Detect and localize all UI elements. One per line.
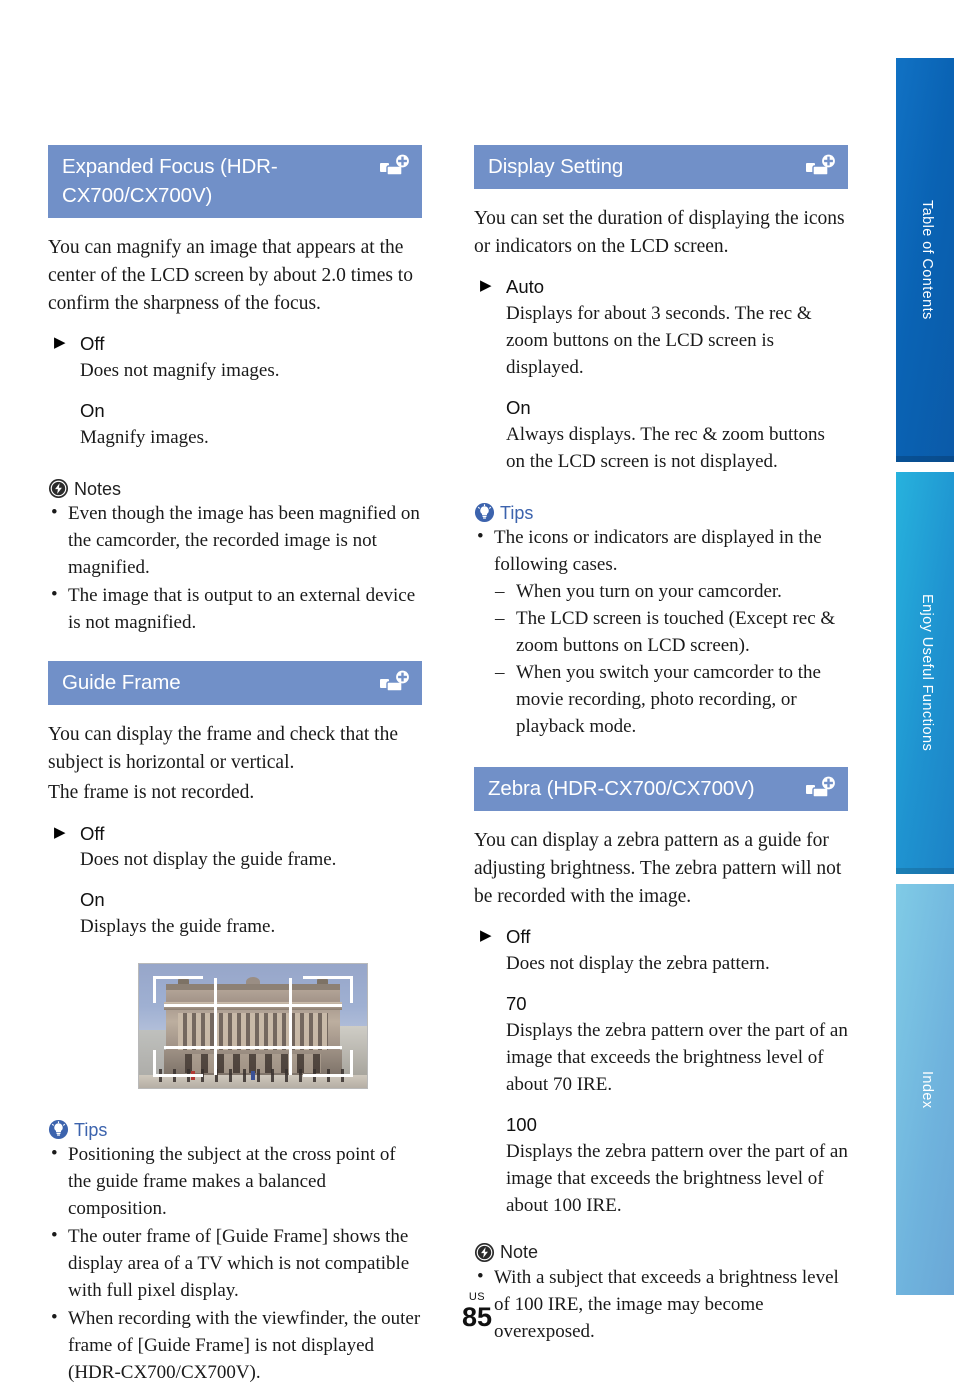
add-to-menu-icon [806, 154, 836, 180]
callout-heading: Tips [48, 1119, 422, 1140]
section-header-guide-frame: Guide Frame [48, 661, 422, 706]
section-intro-line2: The frame is not recorded. [48, 782, 255, 804]
option-name: ▶ Auto [480, 275, 848, 300]
notes-list: Even though the image has been magnified… [48, 500, 422, 637]
callout-heading: Notes [48, 478, 422, 499]
section-header-display-setting: Display Setting [474, 145, 848, 190]
option-label: 100 [506, 1113, 537, 1135]
option-block: On Magnify images. [48, 399, 422, 452]
option-description: Displays the zebra pattern over the part… [506, 1140, 848, 1216]
option-description: Magnify images. [80, 427, 209, 449]
option-block: ▶ Off Does not magnify images. [48, 332, 422, 385]
selected-marker-icon: ▶ [480, 277, 492, 295]
tips-sublist: When you turn on your camcorder. The LCD… [494, 579, 848, 741]
selected-marker-icon: ▶ [480, 927, 492, 945]
add-to-menu-icon [806, 776, 836, 802]
option-label: On [80, 400, 105, 422]
section-intro: You can set the duration of displaying t… [474, 208, 845, 258]
page-footer: US 85 [0, 1292, 954, 1331]
option-block: On Always displays. The rec & zoom butto… [474, 396, 848, 476]
manual-page: Expanded Focus (HDR-CX700/CX700V) You ca… [0, 0, 954, 1383]
option-description: Displays the zebra pattern over the part… [506, 1020, 848, 1095]
list-item: The icons or indicators are displayed in… [474, 524, 848, 741]
option-block: 70 Displays the zebra pattern over the p… [474, 992, 848, 1099]
section-intro-line1: You can display the frame and check that… [48, 724, 398, 774]
option-description: Does not magnify images. [80, 360, 280, 382]
section-header-expanded-focus: Expanded Focus (HDR-CX700/CX700V) [48, 145, 422, 219]
sidebar-tab-label: Table of Contents [919, 200, 935, 320]
option-name: On [80, 888, 422, 913]
note-bolt-icon [474, 1242, 495, 1262]
section-title: Display Setting [488, 155, 624, 178]
option-name: On [80, 399, 422, 424]
option-description: Displays for about 3 seconds. The rec & … [506, 303, 812, 379]
guide-frame-figure [138, 963, 368, 1090]
side-tab-navigation: Table of Contents Enjoy Useful Functions… [894, 56, 954, 1297]
add-to-menu-icon [380, 154, 410, 180]
option-description: Does not display the zebra pattern. [506, 953, 770, 975]
callout-label: Tips [500, 502, 534, 523]
list-item: Positioning the subject at the cross poi… [48, 1141, 422, 1223]
sub-list-item: When you switch your camcorder to the mo… [494, 660, 848, 741]
option-label: On [80, 889, 105, 911]
selected-marker-icon: ▶ [54, 823, 66, 841]
option-block: ▶ Off Does not display the zebra pattern… [474, 925, 848, 978]
option-block: ▶ Off Does not display the guide frame. [48, 822, 422, 875]
option-description: Always displays. The rec & zoom buttons … [506, 424, 825, 473]
callout-label: Note [500, 1242, 539, 1263]
list-item-text: The icons or indicators are displayed in… [494, 527, 822, 576]
right-column: Display Setting You can set the duration… [474, 145, 848, 1347]
tips-callout: Tips Positioning the subject at the cros… [48, 1119, 422, 1387]
list-item: The image that is output to an external … [48, 582, 422, 637]
sidebar-tab-table-of-contents[interactable]: Table of Contents [894, 56, 954, 464]
option-block: On Displays the guide frame. [48, 888, 422, 941]
sub-list-item: The LCD screen is touched (Except rec & … [494, 606, 848, 660]
option-label: 70 [506, 993, 527, 1015]
notes-callout: Notes Even though the image has been mag… [48, 478, 422, 637]
option-block: 100 Displays the zebra pattern over the … [474, 1113, 848, 1220]
tips-list: The icons or indicators are displayed in… [474, 524, 848, 741]
option-name: ▶ Off [480, 925, 848, 950]
section-intro: You can magnify an image that appears at… [48, 237, 413, 315]
building-photo [139, 964, 367, 1089]
section-intro: You can display a zebra pattern as a gui… [474, 829, 842, 908]
selected-marker-icon: ▶ [54, 334, 66, 352]
option-name: On [506, 396, 848, 421]
page-number: 85 [461, 1302, 493, 1332]
tip-bulb-icon [48, 1120, 69, 1140]
option-label: On [506, 397, 531, 419]
option-description: Displays the guide frame. [80, 916, 276, 938]
list-item: Even though the image has been magnified… [48, 500, 422, 582]
callout-label: Notes [74, 478, 122, 499]
option-label: Off [80, 822, 105, 844]
section-header-zebra: Zebra (HDR-CX700/CX700V) [474, 766, 848, 811]
section-title: Expanded Focus (HDR-CX700/CX700V) [62, 155, 278, 208]
tip-bulb-icon [474, 503, 495, 523]
tips-callout: Tips The icons or indicators are display… [474, 502, 848, 741]
option-label: Off [80, 333, 105, 355]
section-title: Zebra (HDR-CX700/CX700V) [488, 776, 755, 800]
sidebar-tab-label: Index [919, 1070, 935, 1109]
sub-list-item: When you turn on your camcorder. [494, 579, 848, 606]
note-bolt-icon [48, 479, 69, 499]
callout-label: Tips [74, 1119, 108, 1140]
option-name: ▶ Off [54, 822, 422, 847]
option-name: 100 [506, 1113, 848, 1138]
left-column: Expanded Focus (HDR-CX700/CX700V) You ca… [48, 145, 422, 1388]
option-block: ▶ Auto Displays for about 3 seconds. The… [474, 275, 848, 382]
sidebar-tab-index[interactable]: Index [894, 882, 954, 1297]
sidebar-tab-label: Enjoy Useful Functions [919, 594, 935, 752]
callout-heading: Tips [474, 502, 848, 523]
callout-heading: Note [474, 1242, 848, 1263]
sidebar-tab-enjoy-useful-functions[interactable]: Enjoy Useful Functions [894, 470, 954, 876]
option-name: 70 [506, 992, 848, 1017]
tips-list: Positioning the subject at the cross poi… [48, 1141, 422, 1387]
add-to-menu-icon [380, 670, 410, 696]
option-name: ▶ Off [54, 332, 422, 357]
section-title: Guide Frame [62, 671, 181, 695]
option-description: Does not display the guide frame. [80, 849, 337, 871]
option-label: Auto [506, 276, 545, 298]
option-label: Off [506, 926, 531, 948]
